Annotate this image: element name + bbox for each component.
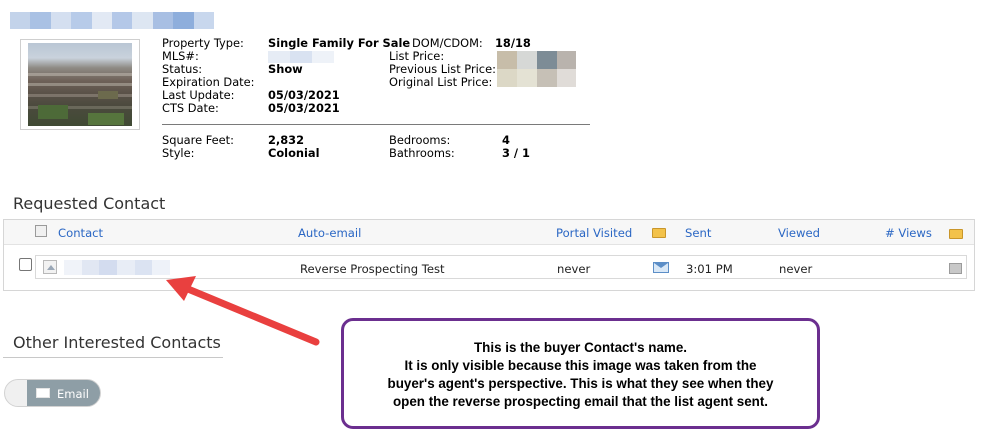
callout-line-4: open the reverse prospecting email that … — [392, 394, 769, 409]
callout-line-3: buyer's agent's perspective. This is wha… — [387, 376, 774, 391]
annotation-callout: This is the buyer Contact's name. It is … — [341, 318, 820, 429]
callout-line-2: It is only visible because this image wa… — [404, 358, 757, 373]
callout-line-1: This is the buyer Contact's name. — [473, 340, 688, 355]
